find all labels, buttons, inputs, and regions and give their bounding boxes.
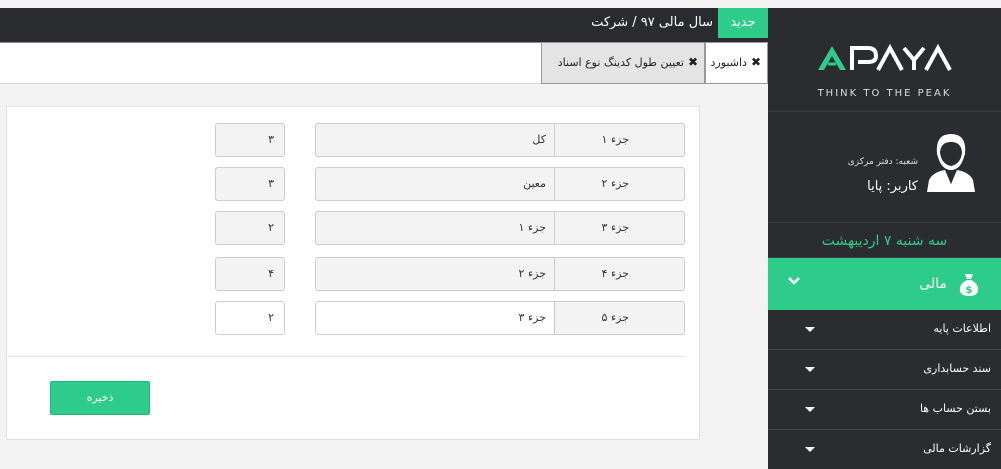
menu-item-financial-reports[interactable]: گزارشات مالی: [768, 430, 1001, 469]
part-length-field: ۳: [215, 123, 285, 157]
menu-item-close-accounts[interactable]: بستن حساب ها: [768, 390, 1001, 430]
tab-strip-divider: [0, 42, 542, 43]
form-row: جزء ۴ جزء ۲ ۴: [7, 257, 701, 291]
part-length-field: ۴: [215, 257, 285, 291]
fiscal-year-label: سال مالی ۹۷ / شرکت: [591, 15, 713, 30]
menu-financial-label: مالی: [919, 276, 947, 292]
part-label: جزء ۳: [555, 211, 685, 245]
caret-down-icon: [805, 327, 815, 332]
caret-down-icon: [805, 367, 815, 372]
menu-item-label: سند حسابداری: [923, 362, 991, 375]
caret-down-icon: [805, 447, 815, 452]
form-row: جزء ۳ جزء ۱ ۲: [7, 211, 701, 245]
part-label: جزء ۴: [555, 257, 685, 291]
part-label: جزء ۱: [555, 123, 685, 157]
chevron-down-icon: [788, 277, 800, 285]
form-row: جزء ۲ معین ۳: [7, 167, 701, 201]
part-label: جزء ۵: [555, 301, 685, 335]
close-icon[interactable]: ✖: [688, 55, 698, 69]
sidebar: THINK TO THE PEAK شعبه: دفتر مرکزی کاربر…: [768, 8, 1001, 469]
form-divider: [7, 356, 685, 357]
tab-label: داشبورد: [710, 56, 747, 69]
part-length-field: ۳: [215, 167, 285, 201]
logo: THINK TO THE PEAK: [768, 8, 1001, 112]
part-length-field: ۲: [215, 211, 285, 245]
app-window: سال مالی ۹۷ / شرکت جدید ✖ داشبورد ✖ تعیین …: [0, 0, 1001, 469]
user-avatar-icon: [927, 134, 975, 192]
current-date: سه شنبه ۷ اردیبهشت: [768, 222, 1001, 258]
tab-strip: ✖ داشبورد ✖ تعیین طول کدینگ نوع اسناد: [0, 42, 768, 84]
tab-dashboard[interactable]: ✖ داشبورد: [705, 42, 768, 84]
top-bar: سال مالی ۹۷ / شرکت جدید: [0, 8, 768, 42]
svg-text:$: $: [966, 285, 973, 296]
tab-label: تعیین طول کدینگ نوع اسناد: [557, 56, 684, 69]
part-name-field: جزء ۲: [315, 257, 555, 291]
menu-item-label: بستن حساب ها: [919, 402, 991, 415]
caret-down-icon: [805, 407, 815, 412]
save-button[interactable]: ذخیره: [50, 381, 150, 415]
part-name-field: معین: [315, 167, 555, 201]
money-bag-icon: $: [959, 274, 979, 296]
branch-label: شعبه: دفتر مرکزی: [847, 157, 918, 167]
paya-logo-icon: [818, 43, 952, 71]
part-name-field: کل: [315, 123, 555, 157]
menu-item-label: اطلاعات پایه: [933, 322, 991, 335]
menu-item-accounting-doc[interactable]: سند حسابداری: [768, 350, 1001, 390]
menu-item-basic-info[interactable]: اطلاعات پایه: [768, 310, 1001, 350]
part-label: جزء ۲: [555, 167, 685, 201]
new-button[interactable]: جدید: [718, 8, 768, 38]
user-panel: شعبه: دفتر مرکزی کاربر: پایا: [768, 112, 1001, 222]
menu-financial[interactable]: مالی $: [768, 258, 1001, 310]
user-name: کاربر: پایا: [867, 179, 918, 194]
form-row: جزء ۱ کل ۳: [7, 123, 701, 157]
close-icon[interactable]: ✖: [751, 55, 761, 69]
logo-tagline: THINK TO THE PEAK: [817, 88, 952, 99]
coding-length-form: جزء ۱ کل ۳ جزء ۲ معین ۳ جزء ۳ جزء ۱ ۲ جز…: [6, 106, 700, 440]
part-length-input[interactable]: ۲: [215, 301, 285, 335]
tab-coding-length[interactable]: ✖ تعیین طول کدینگ نوع اسناد: [541, 42, 705, 84]
menu-item-label: گزارشات مالی: [923, 442, 991, 455]
form-row: جزء ۵ جزء ۳ ۲: [7, 301, 701, 335]
part-name-input[interactable]: جزء ۳: [315, 301, 555, 335]
part-name-field: جزء ۱: [315, 211, 555, 245]
